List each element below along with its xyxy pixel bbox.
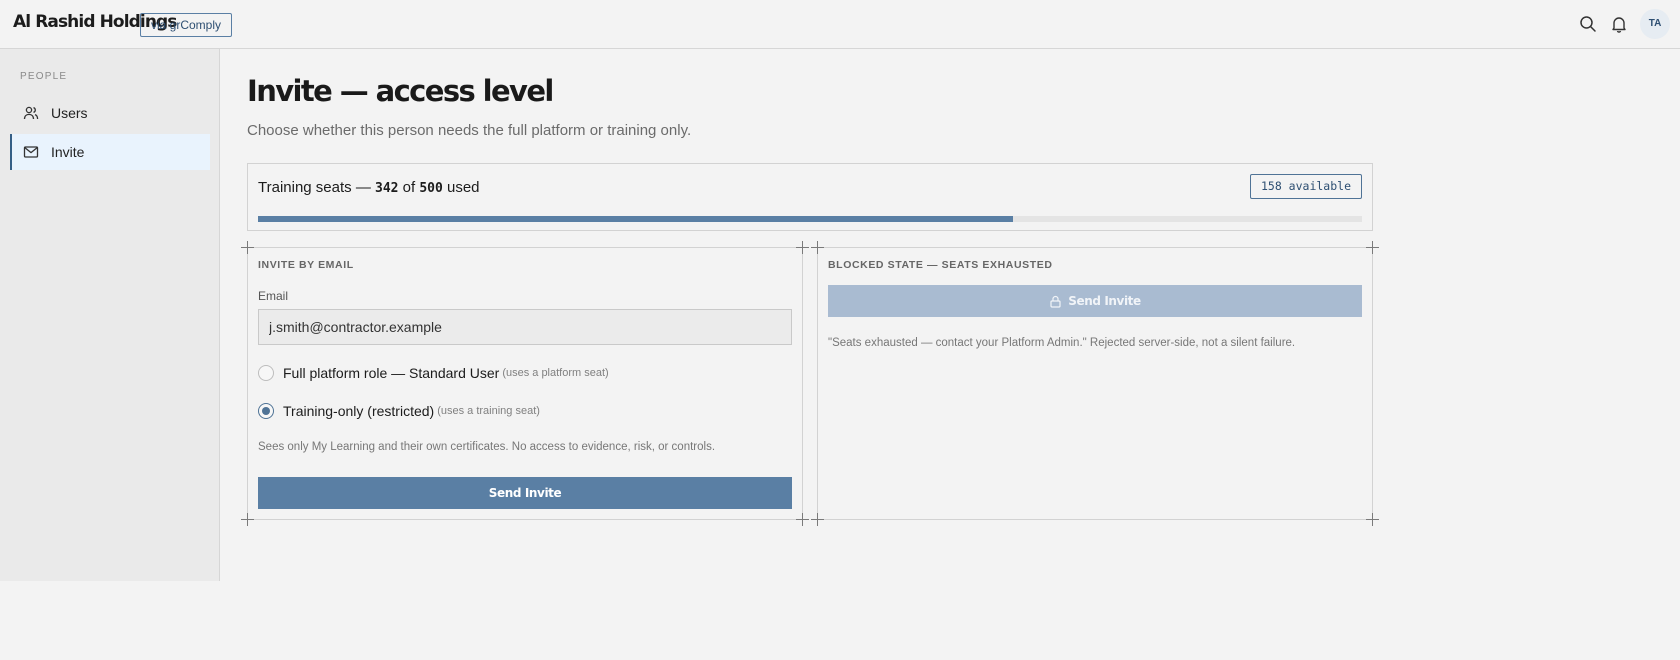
sidebar-item-users[interactable]: Users — [10, 95, 210, 131]
email-field[interactable] — [258, 309, 792, 345]
corner-marker — [241, 241, 254, 254]
corner-marker — [796, 513, 809, 526]
sidebar-item-label: Users — [51, 105, 88, 121]
users-icon — [23, 105, 39, 121]
option-label: Full platform role — Standard User — [283, 365, 500, 381]
invite-by-email-panel: INVITE BY EMAIL Email Full platform role… — [241, 241, 809, 526]
blocked-note: "Seats exhausted — contact your Platform… — [828, 337, 1296, 349]
via-badge[interactable]: via grComply — [140, 13, 233, 37]
panel-heading: INVITE BY EMAIL — [258, 259, 354, 271]
page-title: Invite — access level — [247, 74, 554, 108]
radio-full-platform[interactable] — [258, 365, 274, 381]
send-invite-button[interactable]: Send Invite — [258, 477, 792, 509]
bell-icon[interactable] — [1610, 15, 1628, 33]
panel-heading: BLOCKED STATE — SEATS EXHAUSTED — [828, 259, 1053, 271]
search-icon[interactable] — [1579, 15, 1597, 33]
corner-marker — [796, 241, 809, 254]
option-training-only[interactable]: Training-only (restricted) (uses a train… — [258, 403, 540, 419]
disabled-button-label: Send Invite — [1068, 294, 1141, 308]
page-subtitle: Choose whether this person needs the ful… — [247, 122, 692, 139]
corner-marker — [241, 513, 254, 526]
email-label: Email — [258, 289, 289, 303]
corner-marker — [811, 513, 824, 526]
access-help-text: Sees only My Learning and their own cert… — [258, 441, 716, 453]
top-bar: Al Rashid Holdings via grComply TA — [0, 0, 1680, 49]
corner-marker — [811, 241, 824, 254]
corner-marker — [1366, 513, 1379, 526]
option-hint: (uses a platform seat) — [502, 367, 609, 379]
seat-progress-bar — [258, 216, 1362, 222]
lock-icon — [1049, 295, 1062, 308]
seat-usage-card: Training seats — 342 of 500 used 158 ava… — [247, 163, 1373, 231]
seats-total: 500 — [419, 181, 443, 196]
sidebar-item-invite[interactable]: Invite — [10, 134, 210, 170]
seats-used: 342 — [375, 181, 399, 196]
sidebar: PEOPLE Users Invite — [0, 49, 220, 581]
blocked-state-panel: BLOCKED STATE — SEATS EXHAUSTED Send Inv… — [811, 241, 1379, 526]
sidebar-item-label: Invite — [51, 144, 85, 160]
option-label: Training-only (restricted) — [283, 403, 435, 419]
radio-training-only[interactable] — [258, 403, 274, 419]
available-badge: 158 available — [1249, 174, 1362, 199]
seat-progress-fill — [258, 216, 1014, 222]
user-avatar[interactable]: TA — [1640, 9, 1670, 39]
option-hint: (uses a training seat) — [437, 405, 540, 417]
send-invite-button-disabled: Send Invite — [828, 285, 1362, 317]
corner-marker — [1366, 241, 1379, 254]
option-full-platform[interactable]: Full platform role — Standard User (uses… — [258, 365, 609, 381]
seat-usage-text: Training seats — 342 of 500 used — [258, 179, 480, 196]
sidebar-section-label: PEOPLE — [20, 71, 68, 82]
mail-icon — [23, 144, 39, 160]
